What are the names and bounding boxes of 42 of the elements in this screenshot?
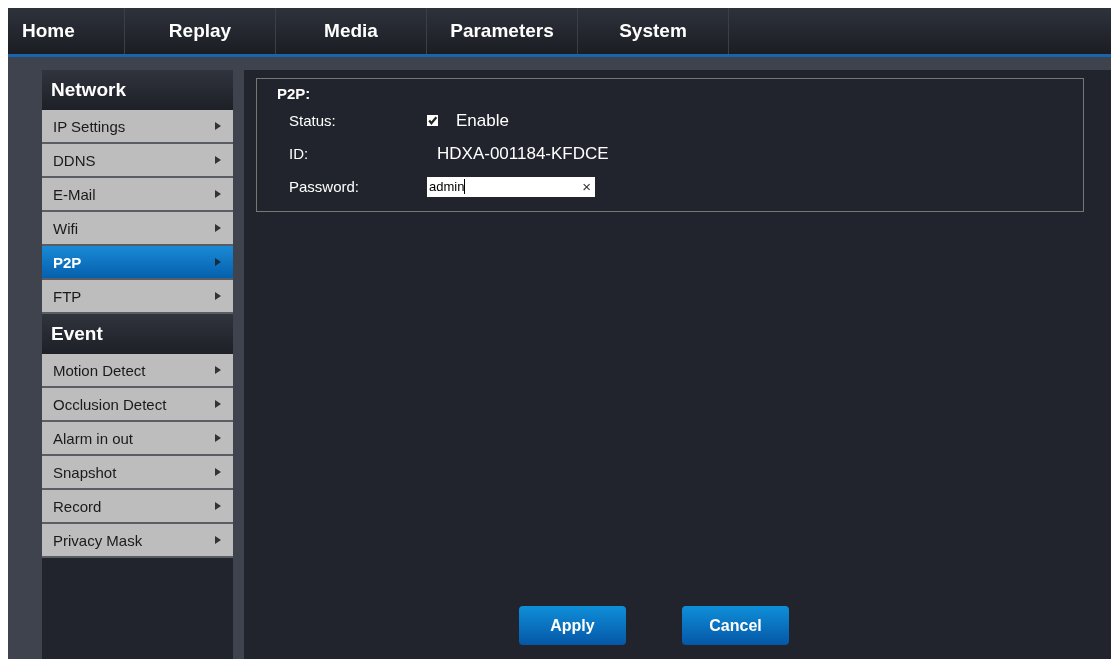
sidebar-item[interactable]: Occlusion Detect [42,388,233,422]
sidebar-item[interactable]: E-Mail [42,178,233,212]
nav-tab[interactable]: Parameters [427,8,578,54]
nav-tab[interactable]: Replay [125,8,276,54]
id-value: HDXA-001184-KFDCE [436,143,609,164]
checkbox[interactable] [427,115,438,126]
sidebar-item[interactable]: P2P [42,246,233,280]
action-button[interactable]: Cancel [682,606,789,645]
action-button[interactable]: Apply [519,606,626,645]
caret-icon [215,224,221,232]
caret-icon [215,292,221,300]
sidebar-item[interactable]: FTP [42,280,233,314]
sidebar-item[interactable]: Snapshot [42,456,233,490]
field-label: Status: [288,112,337,129]
nav-tab[interactable]: Media [276,8,427,54]
field-label: Password: [288,178,361,195]
nav-tab[interactable]: System [578,8,729,54]
caret-icon [215,156,221,164]
caret-icon [215,190,221,198]
sidebar-heading: Network [42,70,233,110]
caret-icon [215,502,221,510]
sidebar-heading: Event [42,314,233,354]
sidebar-item[interactable]: Record [42,490,233,524]
caret-icon [215,434,221,442]
sidebar-item[interactable]: Alarm in out [42,422,233,456]
sidebar-item[interactable]: DDNS [42,144,233,178]
password-field[interactable]: admin × [427,176,595,197]
sidebar-item[interactable]: Wifi [42,212,233,246]
sidebar-item[interactable]: Privacy Mask [42,524,233,558]
sidebar-item[interactable]: Motion Detect [42,354,233,388]
caret-icon [215,122,221,130]
caret-icon [215,258,221,266]
checkbox-label: Enable [456,110,509,131]
clear-icon[interactable]: × [582,177,591,195]
caret-icon [215,366,221,374]
panel-title: P2P: [277,85,312,102]
sidebar-item[interactable]: IP Settings [42,110,233,144]
caret-icon [215,400,221,408]
caret-icon [215,468,221,476]
nav-tab[interactable]: Home [8,8,125,54]
caret-icon [215,536,221,544]
field-label: ID: [288,145,310,162]
